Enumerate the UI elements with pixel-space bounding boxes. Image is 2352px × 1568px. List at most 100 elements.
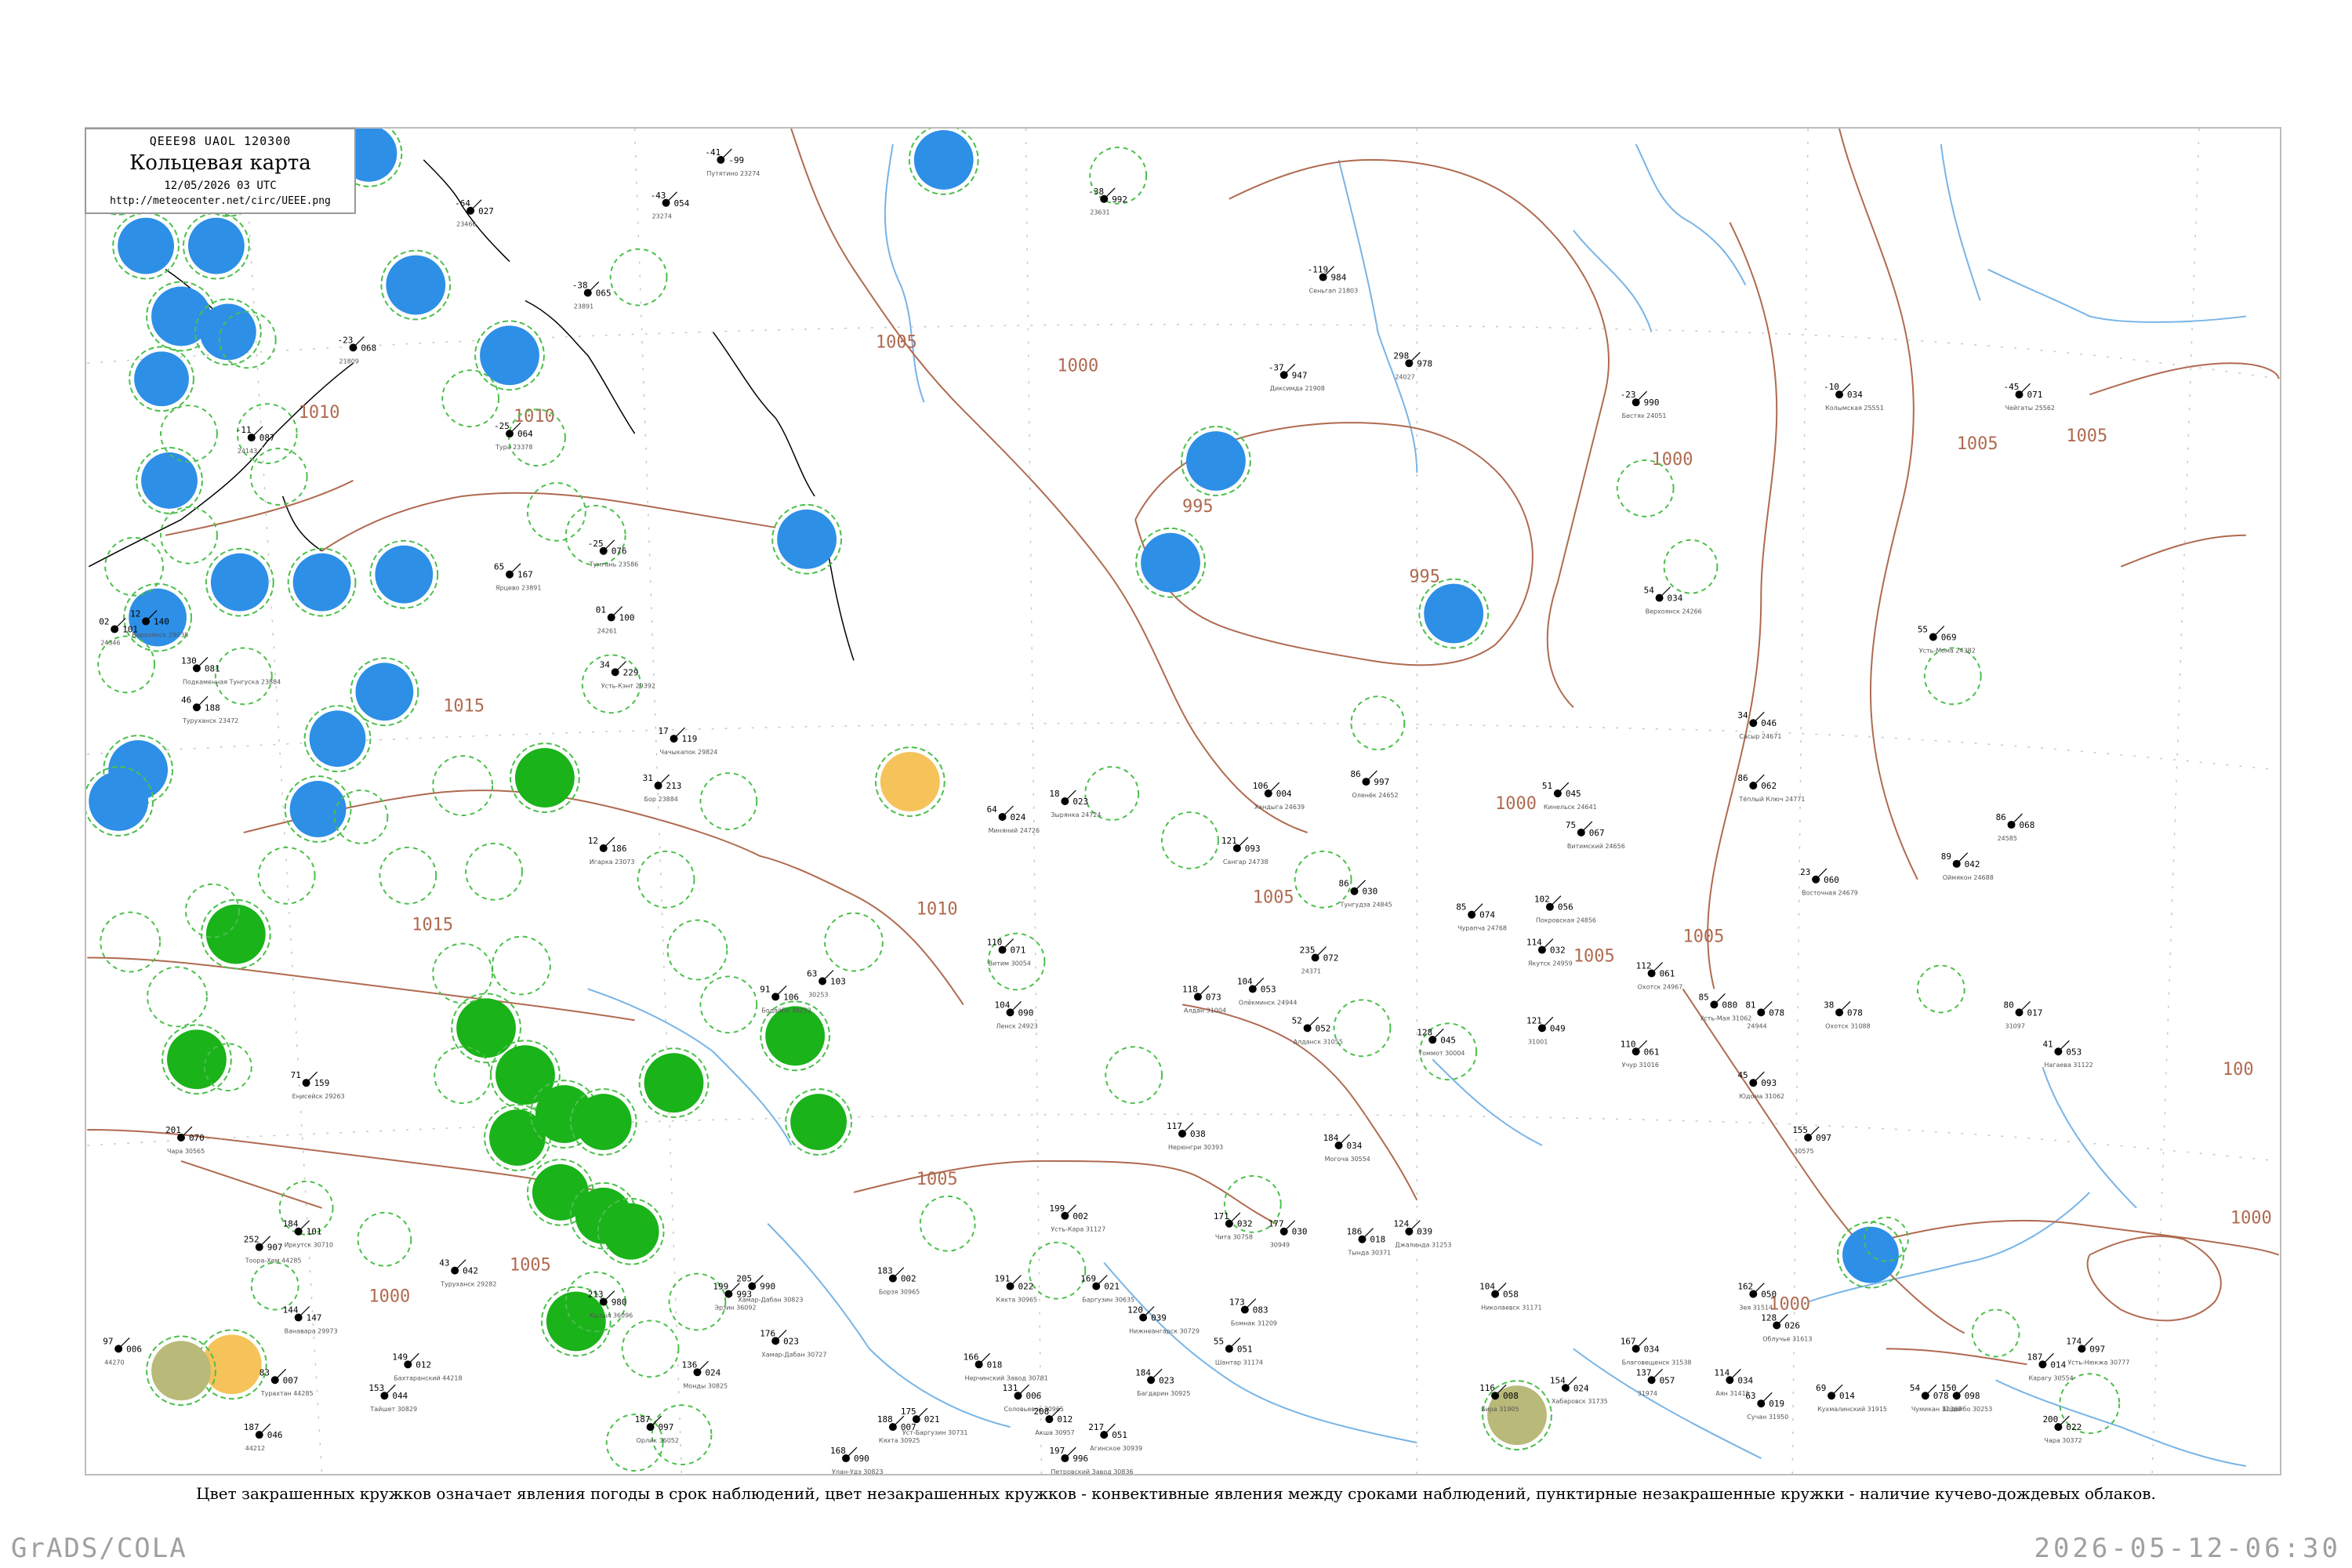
station-name: Якутск 24959 (1528, 960, 1573, 967)
station-pressure: 990 (760, 1282, 775, 1292)
station-plot: 86 997 Оленёк 24652 (1351, 769, 1399, 799)
station-plot: 55 069 Усть-Мома 24382 (1918, 625, 1976, 655)
station-temperature: 104 (1237, 976, 1253, 986)
station-name: Чара 30372 (2044, 1437, 2082, 1444)
thunder-weather-circle (575, 1094, 632, 1150)
station-temperature: 199 (713, 1282, 728, 1292)
station-pressure: 947 (1292, 370, 1308, 380)
station-name: Витимский 24656 (1567, 843, 1625, 850)
graticule-layer (87, 129, 2279, 1474)
station-pressure: 038 (1190, 1129, 1206, 1139)
station-pressure: 044 (392, 1391, 408, 1401)
station-name: 24261 (597, 628, 617, 635)
station-name: Нагаева 31122 (2044, 1062, 2092, 1069)
station-plot: 64 024 Миняний 24726 (987, 804, 1040, 834)
shower-weather-circle (480, 325, 539, 386)
convective-ring (492, 935, 551, 996)
isobar-label: 1000 (2230, 1209, 2272, 1229)
station-temperature: 81 (1745, 1000, 1755, 1010)
station-plot: 63 10330253 (807, 968, 846, 998)
station-temperature: 136 (681, 1359, 697, 1370)
station-temperature: 177 (1269, 1219, 1284, 1229)
station-plot: 186 018 Тында 30371 (1347, 1227, 1392, 1257)
station-temperature: 116 (1479, 1383, 1495, 1393)
station-pressure: 014 (2050, 1359, 2066, 1370)
station-plot: 252 907 Тоора-Хем 44285 (244, 1235, 302, 1265)
station-temperature: 80 (2004, 1000, 2014, 1010)
station-temperature: 110 (1621, 1039, 1636, 1049)
station-pressure: 034 (1668, 593, 1683, 604)
station-name: Витим 30054 (989, 960, 1031, 967)
station-pressure: 907 (267, 1243, 283, 1253)
haze-weather-circle (151, 1341, 211, 1401)
station-pressure: 067 (1589, 828, 1605, 838)
station-pressure: 097 (659, 1422, 674, 1432)
station-name: Туруханск 29282 (440, 1281, 496, 1288)
station-name: Учур 31016 (1622, 1062, 1659, 1069)
station-plot: -25 076 Тумгань 23586 (588, 539, 638, 568)
station-name: 23466 (456, 221, 476, 228)
station-plot: 153 044 Тайшет 30829 (368, 1383, 417, 1413)
station-temperature: 85 (1456, 902, 1466, 913)
station-temperature: 54 (1910, 1383, 1921, 1393)
station-name: 31974 (1638, 1390, 1657, 1397)
station-plot: 130 081 Подкаменная Тунгуска 23884 (181, 655, 281, 685)
station-pressure: 090 (1018, 1007, 1033, 1018)
station-name: Ванавара 29973 (285, 1327, 338, 1334)
station-name: Кызыл 36096 (590, 1312, 633, 1319)
station-plot: 34 046 Сасыр 24671 (1737, 710, 1781, 740)
station-pressure: 147 (307, 1312, 322, 1323)
station-name: Бомнак 31209 (1231, 1319, 1277, 1327)
convective-ring (919, 1195, 976, 1252)
station-pressure: 159 (314, 1078, 330, 1088)
station-plot: 31 213 Бор 23884 (643, 773, 682, 803)
station-pressure: 098 (1965, 1391, 1980, 1401)
station-plot: 63 019 Сучан 31950 (1745, 1391, 1788, 1421)
isobar-label: 1010 (299, 403, 340, 423)
station-pressure: 101 (307, 1227, 322, 1237)
isobar-label: 1010 (916, 900, 958, 920)
shower-weather-circle (292, 553, 351, 612)
thunder-weather-circle (167, 1029, 227, 1090)
station-plot: 112 061 Охотск 24967 (1636, 961, 1683, 991)
shower-weather-circle (309, 710, 366, 768)
station-name: Верхоянск 24266 (1646, 608, 1702, 615)
station-temperature: 86 (1339, 879, 1349, 889)
station-plot: -23 06821809 (338, 335, 377, 365)
station-name: 24371 (1301, 967, 1321, 975)
station-name: Усть-Нюкжа 30777 (2067, 1359, 2129, 1366)
station-temperature: 23 (1800, 867, 1810, 877)
station-pressure: 076 (612, 546, 627, 557)
station-plot: 150 098 Бодайбо 30253 (1941, 1383, 1993, 1413)
station-name: Сучан 31950 (1747, 1414, 1788, 1421)
synoptic-map: 1005 1000 1010 1010 995 1015 1015 1010 1005 1005 1… (85, 127, 2281, 1475)
convective-ring (1105, 1046, 1163, 1105)
station-plot: 85 080 Усть-Мая 31062 (1698, 992, 1751, 1022)
station-temperature: 64 (987, 804, 998, 815)
station-name: 23631 (1090, 209, 1109, 216)
station-name: Тайшет 30829 (369, 1406, 417, 1413)
station-pressure: 030 (1362, 887, 1377, 897)
station-name: Юдома 31062 (1739, 1093, 1784, 1100)
station-plot: 177 03030949 (1269, 1219, 1308, 1249)
station-temperature: -119 (1308, 265, 1328, 275)
station-pressure: 103 (830, 976, 846, 986)
station-temperature: 130 (181, 655, 197, 666)
station-temperature: 86 (1996, 812, 2006, 822)
station-plot: 187 014 Карагу 30554 (2027, 1352, 2073, 1381)
convective-ring (1333, 999, 1392, 1058)
station-temperature: 150 (1941, 1383, 1957, 1393)
station-pressure: 046 (267, 1430, 283, 1440)
station-pressure: 050 (1761, 1290, 1777, 1300)
station-pressure: 042 (1965, 859, 1980, 869)
station-name: Алдан 31004 (1184, 1007, 1226, 1014)
station-pressure: 065 (596, 289, 612, 299)
station-name: 23274 (652, 213, 672, 220)
station-name: Бира 31905 (1481, 1406, 1519, 1413)
station-plot: 217 051 Агинское 30939 (1088, 1422, 1142, 1452)
station-temperature: 137 (1636, 1367, 1652, 1377)
station-pressure: 054 (674, 198, 690, 209)
station-temperature: 41 (2042, 1039, 2053, 1049)
station-name: 24143 (238, 448, 257, 455)
station-plot: 86 030 Тунгудза 24845 (1339, 879, 1392, 909)
